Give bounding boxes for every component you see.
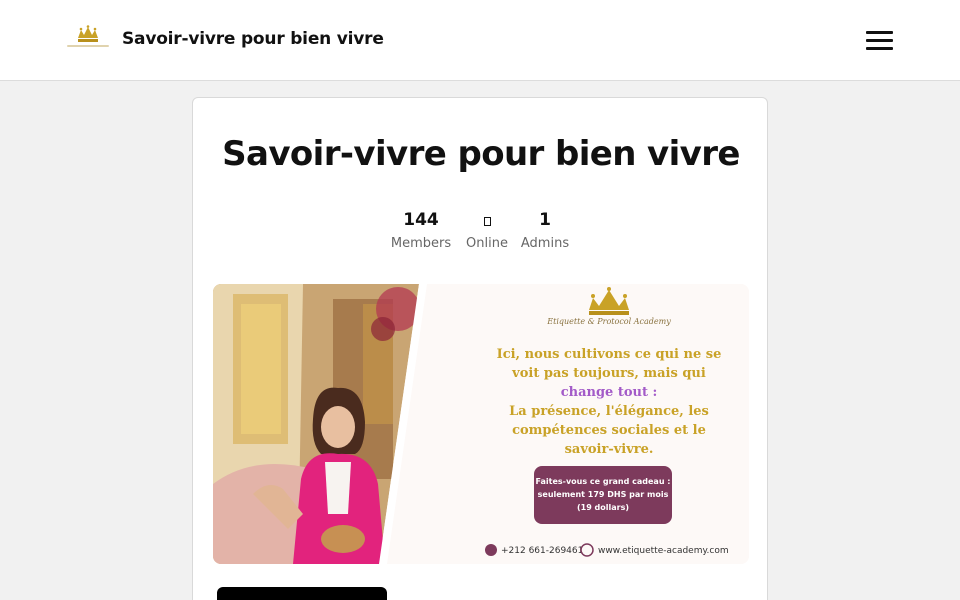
group-card: Savoir-vivre pour bien vivre 144 Members…: [192, 97, 768, 600]
banner-line-3: change tout :: [561, 385, 658, 400]
group-banner-image: Etiquette & Protocol Academy Ici, nous c…: [213, 284, 749, 564]
top-bar: Savoir-vivre pour bien vivre: [0, 0, 960, 81]
members-label: Members: [390, 236, 452, 251]
banner-academy-name: Etiquette & Protocol Academy: [546, 317, 671, 326]
app-title[interactable]: Savoir-vivre pour bien vivre: [122, 29, 384, 49]
banner-line-4: La présence, l'élégance, les: [509, 404, 709, 419]
banner-line-1: Ici, nous cultivons ce qui ne se: [497, 347, 722, 362]
online-label: Online: [466, 236, 508, 251]
admins-count: 1: [539, 210, 551, 230]
banner-line-6: savoir-vivre.: [565, 442, 654, 457]
offer-line-1: Faites-vous ce grand cadeau :: [535, 477, 670, 486]
online-stat[interactable]: Online: [461, 210, 513, 252]
crown-logo-icon[interactable]: [64, 24, 112, 64]
offer-line-2: seulement 179 DHS par mois: [538, 490, 669, 499]
admins-label: Admins: [520, 236, 570, 251]
members-stat[interactable]: 144 Members: [389, 210, 453, 252]
phone-icon: [485, 544, 497, 556]
members-count: 144: [403, 210, 439, 230]
join-group-button[interactable]: [217, 587, 387, 600]
banner-website: www.etiquette-academy.com: [598, 546, 729, 556]
offer-line-3: (19 dollars): [577, 503, 629, 512]
online-placeholder-icon: [483, 217, 491, 226]
group-title: Savoir-vivre pour bien vivre: [222, 134, 740, 174]
banner-line-5: compétences sociales et le: [512, 423, 706, 438]
admins-stat[interactable]: 1 Admins: [517, 210, 573, 252]
banner-phone: +212 661-269461: [501, 546, 583, 556]
online-count: [461, 210, 513, 230]
banner-line-2: voit pas toujours, mais qui: [511, 366, 706, 381]
hamburger-menu-icon[interactable]: [862, 26, 898, 54]
